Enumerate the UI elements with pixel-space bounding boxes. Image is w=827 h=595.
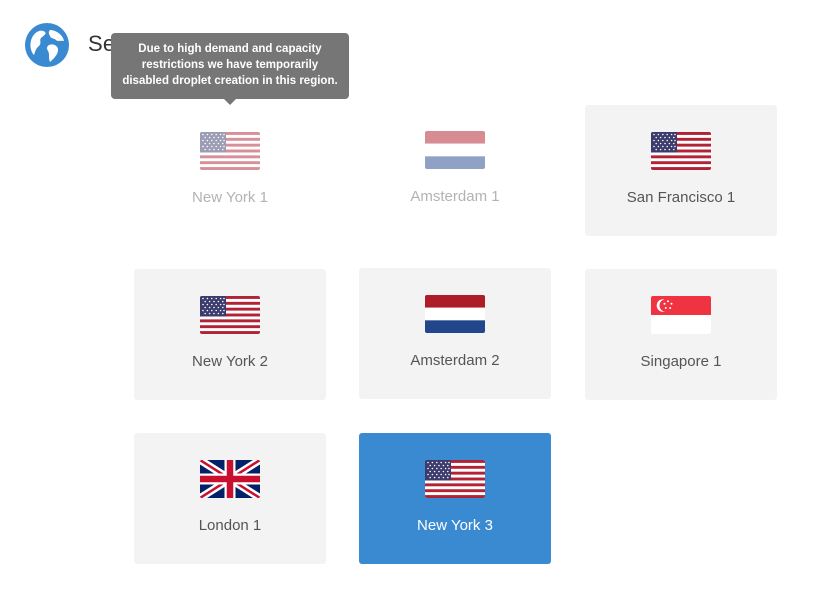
region-label: Amsterdam 1	[410, 188, 500, 205]
globe-icon	[23, 21, 71, 69]
nl-flag-icon	[425, 295, 485, 333]
region-card-singapore-1[interactable]: Singapore 1	[585, 269, 777, 400]
uk-flag-icon	[200, 460, 260, 498]
us-flag-icon	[200, 296, 260, 334]
region-card-london-1[interactable]: London 1	[134, 433, 326, 564]
region-card-new-york-2[interactable]: New York 2	[134, 269, 326, 400]
us-flag-icon	[651, 132, 711, 170]
region-label: New York 3	[417, 517, 493, 534]
region-card-new-york-1: New York 1	[134, 105, 326, 236]
region-label: New York 2	[192, 353, 268, 370]
region-card-new-york-3[interactable]: New York 3	[359, 433, 551, 564]
nl-flag-icon	[425, 131, 485, 169]
region-card-amsterdam-2[interactable]: Amsterdam 2	[359, 268, 551, 399]
region-label: London 1	[198, 517, 262, 534]
region-label: San Francisco 1	[626, 189, 736, 206]
region-label: New York 1	[192, 189, 268, 206]
region-label: Singapore 1	[640, 353, 722, 370]
tooltip-arrow	[223, 98, 237, 105]
region-card-amsterdam-1: Amsterdam 1	[359, 104, 551, 235]
us-flag-icon	[200, 132, 260, 170]
region-label: Amsterdam 2	[410, 352, 500, 369]
sg-flag-icon	[651, 296, 711, 334]
us-flag-icon	[425, 460, 485, 498]
region-card-san-francisco-1[interactable]: San Francisco 1	[585, 105, 777, 236]
capacity-tooltip: Due to high demand and capacity restrict…	[111, 33, 349, 99]
